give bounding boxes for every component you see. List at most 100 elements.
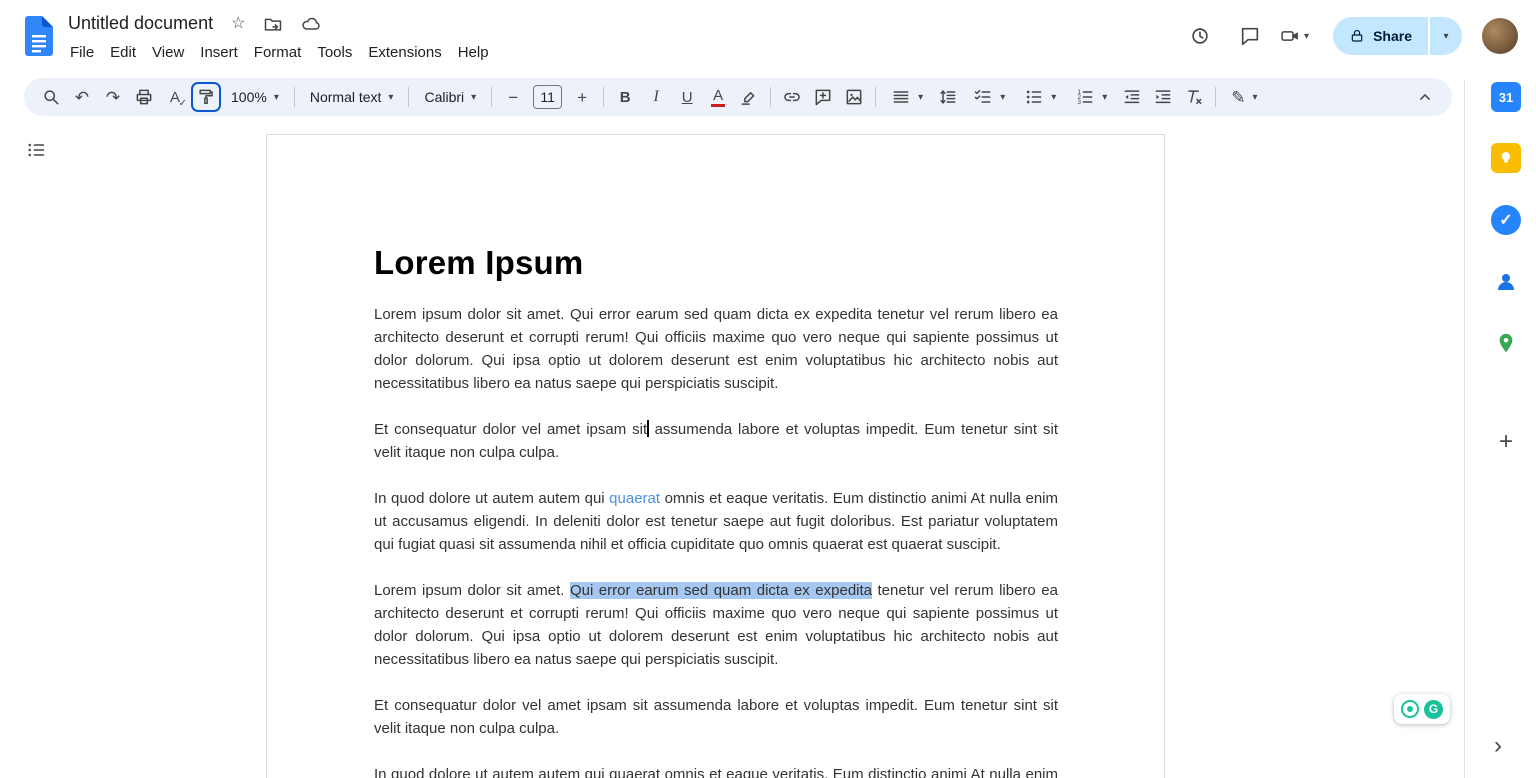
meet-join-button[interactable]: ▾: [1280, 26, 1309, 46]
add-comment-icon: [815, 89, 831, 106]
doc-heading[interactable]: Lorem Ipsum: [374, 244, 1058, 282]
menu-item-view[interactable]: View: [144, 41, 192, 64]
outline-icon: [28, 143, 45, 157]
text-color-icon: A: [711, 88, 726, 107]
font-select[interactable]: Calibri ▾: [415, 82, 485, 112]
bold-button[interactable]: B: [610, 82, 640, 112]
increase-font-size-button[interactable]: +: [567, 82, 597, 112]
highlight-color-button[interactable]: [734, 82, 764, 112]
comments-icon[interactable]: [1230, 16, 1270, 56]
redo-button[interactable]: ↷: [98, 82, 128, 112]
numbered-list-icon: 123: [1078, 89, 1093, 106]
editing-mode-button[interactable]: ✎ ▾: [1222, 82, 1266, 112]
contacts-icon[interactable]: [1491, 267, 1521, 297]
keep-icon[interactable]: [1491, 143, 1521, 173]
maps-icon[interactable]: [1491, 328, 1521, 358]
toolbar-separator: [408, 87, 410, 107]
menu-item-insert[interactable]: Insert: [192, 41, 246, 64]
increase-indent-button[interactable]: [1148, 82, 1178, 112]
decrease-indent-icon: [1124, 90, 1140, 104]
show-side-panel-icon[interactable]: ›: [1494, 732, 1502, 760]
toolbar-separator: [293, 87, 295, 107]
chevron-up-icon: [1420, 94, 1430, 100]
print-button[interactable]: [129, 82, 159, 112]
toolbar-separator: [875, 87, 877, 107]
insert-image-button[interactable]: [839, 82, 869, 112]
docs-logo-icon[interactable]: [25, 16, 53, 56]
text-run: Lorem ipsum dolor sit amet. Qui error ea…: [374, 306, 1058, 392]
search-menus-button[interactable]: [36, 82, 66, 112]
font-value: Calibri: [424, 89, 465, 105]
document-title-row: Untitled document ☆: [68, 13, 321, 34]
text-run: In quod dolore ut autem autem qui: [374, 490, 610, 507]
calendar-icon[interactable]: 31: [1491, 82, 1521, 112]
paragraph[interactable]: Et consequatur dolor vel amet ipsam sit …: [374, 418, 1058, 464]
menu-bar: File Edit View Insert Format Tools Extensions H…: [62, 41, 497, 64]
clear-formatting-button[interactable]: [1179, 82, 1209, 112]
add-comment-button[interactable]: [808, 82, 838, 112]
decrease-indent-button[interactable]: [1117, 82, 1147, 112]
menu-item-help[interactable]: Help: [450, 41, 497, 64]
header-actions: ▾ Share ▾: [1180, 16, 1518, 56]
checklist-button[interactable]: ▾: [964, 82, 1014, 112]
share-dropdown-arrow[interactable]: ▾: [1430, 17, 1462, 55]
paint-format-icon: [199, 89, 213, 104]
menu-item-tools[interactable]: Tools: [309, 41, 360, 64]
menu-item-format[interactable]: Format: [246, 41, 310, 64]
grammarly-widget[interactable]: G: [1394, 694, 1450, 724]
menu-item-edit[interactable]: Edit: [102, 41, 144, 64]
version-history-icon[interactable]: [1180, 16, 1220, 56]
font-size-input[interactable]: 11: [533, 85, 563, 109]
redo-icon: ↷: [105, 87, 121, 107]
meet-dropdown-arrow[interactable]: ▾: [1304, 31, 1309, 42]
tasks-icon[interactable]: ✓: [1491, 205, 1521, 235]
paragraph[interactable]: In quod dolore ut autem autem qui quaera…: [374, 763, 1058, 778]
share-button[interactable]: Share: [1333, 17, 1428, 55]
menu-item-file[interactable]: File: [62, 41, 102, 64]
paint-format-button[interactable]: [191, 82, 221, 112]
text-color-button[interactable]: A: [703, 82, 733, 112]
share-button-label: Share: [1373, 28, 1412, 44]
align-button[interactable]: ▾: [882, 82, 932, 112]
get-addons-icon[interactable]: +: [1491, 427, 1521, 457]
numbered-list-button[interactable]: 123 ▾: [1066, 82, 1116, 112]
clear-formatting-icon: [1188, 90, 1202, 104]
hide-menus-button[interactable]: [1410, 82, 1440, 112]
insert-link-button[interactable]: [777, 82, 807, 112]
undo-button[interactable]: ↶: [67, 82, 97, 112]
spellcheck-button[interactable]: A ✓: [160, 82, 190, 112]
move-to-folder-icon[interactable]: [263, 14, 283, 34]
paragraph[interactable]: Lorem ipsum dolor sit amet. Qui error ea…: [374, 579, 1058, 671]
italic-button[interactable]: I: [641, 82, 671, 112]
underline-button[interactable]: U: [672, 82, 702, 112]
doc-body[interactable]: Lorem ipsum dolor sit amet. Qui error ea…: [374, 303, 1058, 778]
document-page[interactable]: Lorem Ipsum Lorem ipsum dolor sit amet. …: [266, 134, 1165, 778]
line-spacing-button[interactable]: [933, 82, 963, 112]
cloud-saved-icon[interactable]: [301, 14, 321, 34]
bulleted-list-button[interactable]: ▾: [1015, 82, 1065, 112]
zoom-select[interactable]: 100% ▾: [222, 82, 288, 112]
decrease-font-size-button[interactable]: −: [498, 82, 528, 112]
align-icon: [893, 91, 909, 103]
doc-hyperlink[interactable]: quaerat: [609, 490, 660, 507]
header-bar: Untitled document ☆ File Edit View Insert Fo…: [0, 0, 1536, 72]
increase-indent-icon: [1155, 90, 1171, 104]
grammarly-g-icon: G: [1424, 699, 1443, 719]
paragraph-style-select[interactable]: Normal text ▾: [301, 82, 403, 112]
minus-icon: −: [508, 87, 519, 107]
show-outline-button[interactable]: [26, 140, 52, 166]
line-spacing-icon: [940, 90, 956, 104]
star-icon[interactable]: ☆: [231, 15, 245, 32]
spellcheck-icon: A ✓: [169, 88, 187, 109]
paragraph[interactable]: Lorem ipsum dolor sit amet. Qui error ea…: [374, 303, 1058, 395]
paragraph[interactable]: In quod dolore ut autem autem qui quaera…: [374, 487, 1058, 556]
text-run: Et consequatur dolor vel amet ipsam sit: [374, 421, 648, 438]
text-run: In quod dolore ut autem autem qui quaera…: [374, 766, 1058, 778]
user-avatar[interactable]: [1482, 18, 1518, 54]
paragraph[interactable]: Et consequatur dolor vel amet ipsam sit …: [374, 694, 1058, 740]
menu-item-extensions[interactable]: Extensions: [360, 41, 449, 64]
toolbar-separator: [603, 87, 605, 107]
highlighter-icon: [741, 92, 755, 105]
toolbar-separator: [491, 87, 493, 107]
document-title[interactable]: Untitled document: [68, 13, 213, 34]
